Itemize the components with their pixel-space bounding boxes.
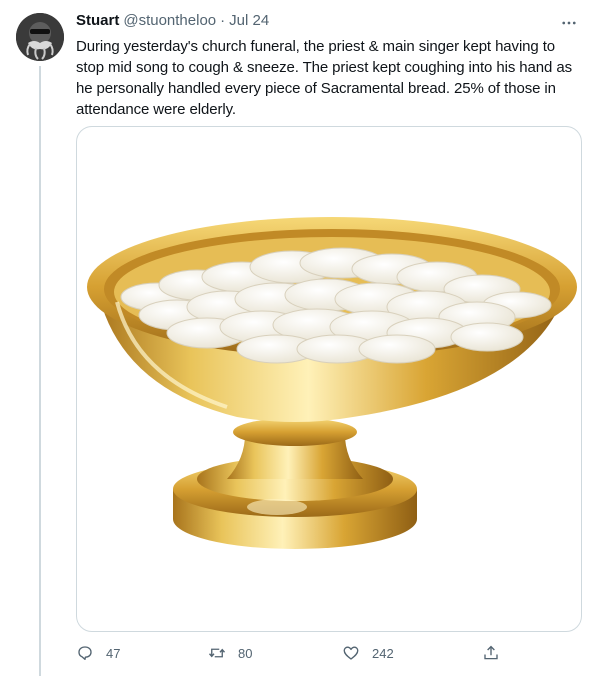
share-icon (484, 645, 498, 660)
tweet-content: Stuart @stuontheloo · Jul 24 During yest… (76, 12, 584, 120)
retweet-button[interactable]: 80 (208, 644, 252, 662)
share-button[interactable] (482, 644, 500, 662)
more-horizontal-icon (562, 21, 576, 25)
avatar[interactable] (16, 13, 64, 61)
tweet-header: Stuart @stuontheloo · Jul 24 (76, 12, 584, 34)
gold-bowl-with-communion-wafers-image (87, 217, 577, 549)
reply-button[interactable]: 47 (76, 644, 120, 662)
reply-count: 47 (106, 645, 121, 661)
heart-icon (343, 646, 359, 660)
tweet-actions: 47 80 242 (76, 644, 506, 668)
retweet-count: 80 (238, 645, 253, 661)
separator-dot: · (220, 12, 226, 29)
avatar-image (16, 13, 64, 61)
reply-icon (78, 646, 92, 661)
retweet-icon (208, 648, 226, 658)
author-name[interactable]: Stuart (76, 12, 119, 29)
like-button[interactable]: 242 (342, 644, 394, 662)
tweet-media[interactable] (76, 126, 582, 632)
author-handle[interactable]: @stuontheloo (123, 12, 216, 29)
tweet-date[interactable]: Jul 24 (229, 12, 269, 29)
tweet-text: During yesterday's church funeral, the p… (76, 38, 572, 118)
thread-line (39, 66, 41, 676)
more-options-button[interactable] (558, 12, 580, 34)
like-count: 242 (372, 645, 394, 661)
